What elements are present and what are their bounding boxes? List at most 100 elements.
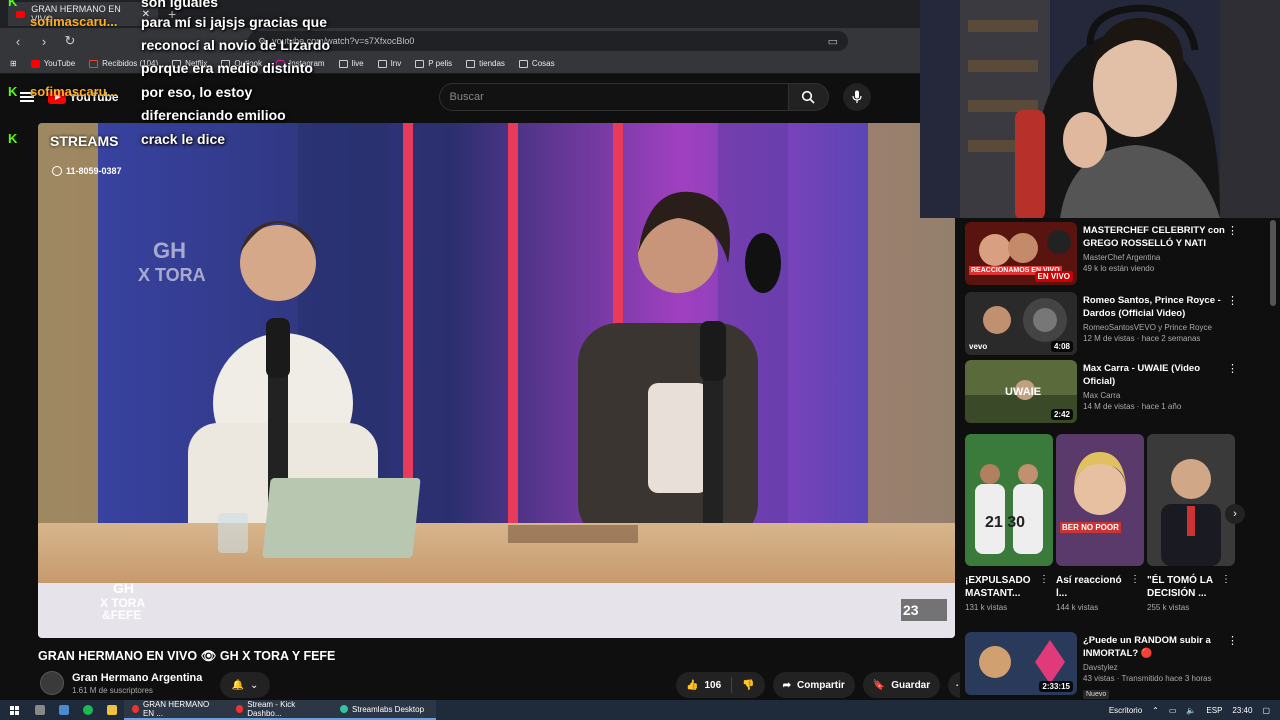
desktop-label[interactable]: Escritorio — [1109, 706, 1142, 715]
video-thumbnail[interactable]: REACCIONAMOS EN VIVO EN VIVO — [965, 222, 1077, 285]
short-title: "ÉL TOMÓ LA DECISIÓN ... — [1147, 575, 1213, 599]
bookmark-folder-cosas[interactable]: Cosas — [518, 59, 555, 68]
more-vert-icon[interactable]: ⋮ — [1227, 294, 1238, 307]
voice-search-button[interactable] — [842, 83, 871, 111]
reload-icon[interactable]: ↻ — [62, 33, 78, 49]
recommended-video[interactable]: 2:33:15 ¿Puede un RANDOM subir a INMORTA… — [965, 628, 1275, 699]
more-vert-icon[interactable]: ⋮ — [1227, 362, 1238, 375]
network-icon[interactable]: ▭ — [1169, 706, 1177, 715]
short-thumbnail[interactable]: 21 30 — [965, 434, 1053, 566]
video-thumbnail[interactable]: vevo 4:08 — [965, 292, 1077, 355]
chat-message: K sofimascaru... por eso, lo estoy — [8, 84, 253, 100]
taskbar-monitor[interactable] — [52, 705, 76, 715]
volume-icon[interactable]: 🔈 — [1186, 706, 1196, 715]
tray-chevron-icon[interactable]: ⌃ — [1152, 706, 1159, 715]
more-vert-icon[interactable]: ⋮ — [1221, 574, 1231, 585]
clock[interactable]: 23:40 — [1232, 706, 1252, 715]
screen: GRAN HERMANO EN VIVO ✕ + ‹ › ↻ ⚙ youtube… — [0, 0, 1280, 720]
video-frame: GH X TORA 23 GH X TORA &FEFE — [38, 123, 955, 638]
short-thumbnail[interactable] — [1147, 434, 1235, 566]
thumbs-up-icon: 👍 — [686, 679, 699, 691]
channel-number: 23 — [903, 602, 919, 618]
start-button[interactable] — [0, 705, 28, 715]
system-tray: Escritorio ⌃ ▭ 🔈 ESP 23:40 ▢ — [1109, 706, 1280, 715]
bookmark-icon: 🔖 — [872, 679, 886, 691]
recommendations-panel: REACCIONAMOS EN VIVO EN VIVO MASTERCHEF … — [960, 218, 1280, 700]
video-meta: 49 k lo están viendo — [1083, 264, 1155, 273]
kick-icon: K — [8, 84, 18, 99]
video-title: MASTERCHEF CELEBRITY con GREGO ROSSELLÓ … — [1083, 225, 1225, 249]
channel-name: MasterChef Argentina — [1083, 253, 1161, 262]
short-item[interactable]: 21 30 ¡EXPULSADO MASTANT... 131 k vistas… — [965, 434, 1053, 612]
video-title: ¿Puede un RANDOM subir a INMORTAL? 🔴 — [1083, 635, 1211, 659]
bookmark-folder-live[interactable]: live — [338, 59, 364, 68]
video-title: Max Carra - UWAIE (Video Oficial) — [1083, 363, 1201, 387]
calculator-icon — [35, 705, 45, 715]
save-button[interactable]: 🔖 Guardar — [862, 672, 941, 698]
short-views: 131 k vistas — [965, 603, 1008, 612]
search-input[interactable]: Buscar — [438, 83, 789, 111]
folder-icon — [518, 59, 528, 68]
webcam-image — [920, 0, 1280, 218]
chat-message: K crack le dice — [8, 131, 226, 147]
channel-avatar[interactable] — [40, 671, 64, 695]
video-actions: 👍 106 👎 ➦ Compartir 🔖 Guardar ⋯ — [676, 672, 975, 698]
notifications-button[interactable]: 🔔 ⌄ — [220, 672, 270, 698]
duration-badge: 2:33:15 — [1039, 681, 1073, 692]
address-bar-row: ‹ › ↻ ⚙ youtube.com/watch?v=s7XfxocBlo0 … — [0, 28, 920, 54]
windows-icon — [9, 705, 19, 715]
thumbnail-image — [1147, 434, 1235, 566]
more-vert-icon[interactable]: ⋮ — [1227, 224, 1238, 237]
taskbar-app-streamlabs[interactable]: Streamlabs Desktop — [332, 700, 436, 720]
more-vert-icon[interactable]: ⋮ — [1227, 634, 1238, 647]
channel-info: Gran Hermano Argentina 1.61 M de suscrip… — [40, 671, 202, 695]
kick-icon: K — [8, 131, 18, 146]
back-arrow-icon[interactable]: ‹ — [10, 34, 26, 49]
taskbar-app-kick[interactable]: Stream - Kick Dashbo... — [228, 700, 332, 720]
short-item[interactable]: "ÉL TOMÓ LA DECISIÓN ... 255 k vistas ⋮ — [1147, 434, 1235, 612]
url-input[interactable]: ⚙ youtube.com/watch?v=s7XfxocBlo0 ▭ — [248, 31, 848, 51]
dislike-button[interactable]: 👎 — [732, 680, 764, 691]
shorts-next-button[interactable]: › — [1225, 504, 1245, 524]
taskbar-spotify[interactable] — [76, 705, 100, 715]
short-title: Así reaccionó l... — [1056, 575, 1122, 599]
like-button[interactable]: 👍 106 — [676, 680, 731, 691]
more-vert-icon[interactable]: ⋮ — [1130, 574, 1140, 585]
search-button[interactable] — [788, 83, 829, 111]
phone-overlay: 11-8059-0387 — [52, 166, 122, 176]
recommended-video[interactable]: REACCIONAMOS EN VIVO EN VIVO MASTERCHEF … — [965, 218, 1275, 285]
thumbnail-image — [1056, 434, 1144, 566]
apps-grid-icon[interactable]: ⊞ — [10, 59, 17, 68]
video-thumbnail[interactable]: UWAIE 2:42 — [965, 360, 1077, 423]
share-icon: ➦ — [782, 679, 791, 691]
language-indicator[interactable]: ESP — [1206, 706, 1222, 715]
svg-text:X TORA: X TORA — [138, 265, 206, 285]
youtube-favicon-icon — [16, 10, 26, 18]
recommended-video[interactable]: UWAIE 2:42 Max Carra - UWAIE (Video Ofic… — [965, 356, 1275, 423]
windows-taskbar: GRAN HERMANO EN ... Stream - Kick Dashbo… — [0, 700, 1280, 720]
recommended-video[interactable]: vevo 4:08 Romeo Santos, Prince Royce - D… — [965, 288, 1275, 355]
bookmark-folder-inv[interactable]: Inv — [377, 59, 401, 68]
channel-name[interactable]: Gran Hermano Argentina — [72, 672, 202, 684]
cast-icon[interactable]: ▭ — [828, 35, 838, 48]
taskbar-calculator[interactable] — [28, 705, 52, 715]
taskbar-explorer[interactable] — [100, 705, 124, 715]
video-meta: 43 vistas · Transmitido hace 3 horas — [1083, 674, 1212, 683]
forward-arrow-icon[interactable]: › — [36, 34, 52, 49]
video-thumbnail[interactable]: 2:33:15 — [965, 632, 1077, 695]
bookmark-folder-tiendas[interactable]: tiendas — [466, 59, 505, 68]
channel-name: Max Carra — [1083, 391, 1121, 400]
thumbs-down-icon: 👎 — [742, 679, 755, 691]
bookmark-youtube[interactable]: YouTube — [30, 59, 75, 68]
short-item[interactable]: BER NO POOR Así reaccionó l... 144 k vis… — [1056, 434, 1144, 612]
microphone-icon — [851, 90, 862, 103]
taskbar-app-youtube[interactable]: GRAN HERMANO EN ... — [124, 700, 228, 720]
share-button[interactable]: ➦ Compartir — [772, 672, 855, 698]
channel-name: Davstylez — [1083, 663, 1118, 672]
short-thumbnail[interactable]: BER NO POOR — [1056, 434, 1144, 566]
bookmark-folder-pelis[interactable]: P pelis — [415, 59, 452, 68]
more-vert-icon[interactable]: ⋮ — [1039, 574, 1049, 585]
gh-logo-line1: GH — [113, 580, 134, 596]
video-player[interactable]: GH X TORA 23 GH X TORA &FEFE — [38, 123, 955, 638]
notifications-icon[interactable]: ▢ — [1262, 706, 1270, 715]
